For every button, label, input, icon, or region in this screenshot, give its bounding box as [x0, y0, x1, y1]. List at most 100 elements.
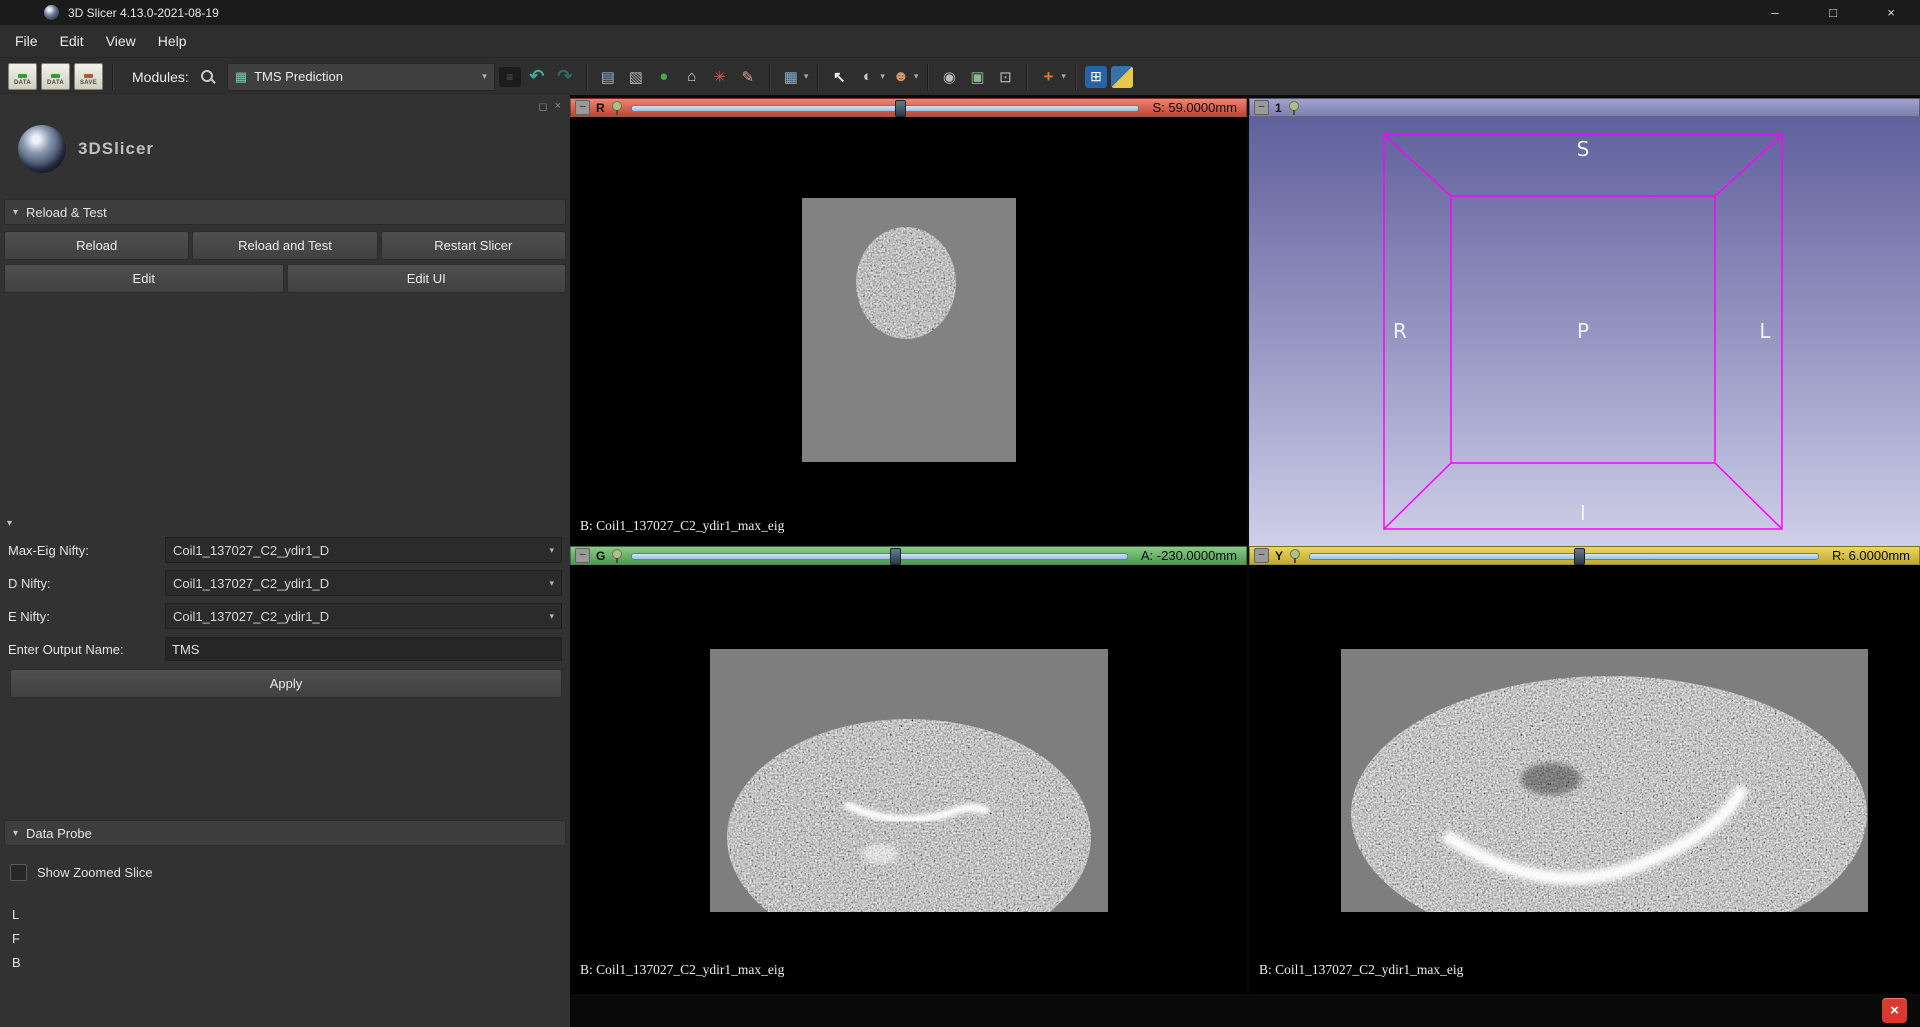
- chevron-down-icon[interactable]: ▾: [804, 71, 809, 82]
- video-capture-icon[interactable]: ⊡: [993, 64, 1017, 90]
- slider-track[interactable]: [1309, 553, 1819, 560]
- python-console-icon[interactable]: [1111, 66, 1133, 88]
- output-name-input[interactable]: [165, 637, 562, 661]
- sagittal-slice-image: [1341, 649, 1868, 912]
- atom-icon[interactable]: ✳: [708, 64, 732, 90]
- data-probe-rows: L F B: [12, 903, 570, 975]
- edit-button[interactable]: Edit: [4, 264, 284, 293]
- show-zoomed-slice-checkbox[interactable]: [10, 864, 27, 881]
- layout-icon[interactable]: ▦: [779, 64, 803, 90]
- close-panel-icon[interactable]: ×: [555, 100, 561, 113]
- red-slice-offset-value: S: 59.0000mm: [1152, 100, 1237, 115]
- red-slice-controller: – R S: 59.0000mm: [570, 98, 1247, 117]
- collapse-view-icon[interactable]: –: [575, 100, 590, 115]
- yellow-slice-offset-slider[interactable]: [1307, 547, 1821, 564]
- module-history-icon[interactable]: ≡: [499, 67, 521, 87]
- e-nifty-value: Coil1_137027_C2_ydir1_D: [173, 609, 329, 624]
- slider-track[interactable]: [631, 105, 1140, 112]
- axis-label-i: I: [1580, 501, 1586, 525]
- section-collapse-arrow[interactable]: ▾: [7, 518, 570, 530]
- slider-handle[interactable]: [1574, 548, 1585, 565]
- reload-button-row: Reload Reload and Test Restart Slicer: [4, 231, 566, 260]
- volume-cube-icon[interactable]: ▧: [624, 64, 648, 90]
- chevron-down-icon: ▾: [549, 545, 554, 556]
- apply-button[interactable]: Apply: [10, 669, 562, 698]
- show-zoomed-slice-row: Show Zoomed Slice: [10, 864, 570, 881]
- load-dicom-icon[interactable]: DATA: [41, 63, 70, 90]
- module-back-icon[interactable]: ↶: [525, 64, 549, 90]
- e-nifty-select[interactable]: Coil1_137027_C2_ydir1_D ▾: [165, 603, 562, 629]
- load-data-icon[interactable]: DATA: [8, 63, 37, 90]
- max-eig-value: Coil1_137027_C2_ydir1_D: [173, 543, 329, 558]
- red-view-annotation: B: Coil1_137027_C2_ydir1_max_eig: [580, 518, 784, 534]
- slider-handle[interactable]: [890, 548, 901, 565]
- menu-edit[interactable]: Edit: [49, 28, 95, 54]
- yellow-slice-controller: – Y R: 6.0000mm: [1249, 546, 1920, 565]
- arrow-accent: [51, 74, 60, 78]
- person-icon[interactable]: ☻: [889, 64, 913, 90]
- red-slice-view[interactable]: B: Coil1_137027_C2_ydir1_max_eig: [570, 117, 1247, 546]
- e-nifty-label: E Nifty:: [8, 609, 165, 624]
- green-slice-view[interactable]: B: Coil1_137027_C2_ydir1_max_eig: [570, 565, 1247, 994]
- menu-view[interactable]: View: [95, 28, 147, 54]
- threed-view-number: 1: [1275, 101, 1282, 115]
- chevron-down-icon[interactable]: ▾: [880, 71, 885, 82]
- slicer-logo-icon: [18, 125, 66, 173]
- crosshair-icon[interactable]: +: [1036, 64, 1060, 90]
- minimize-button[interactable]: –: [1746, 0, 1804, 25]
- world-icon[interactable]: ●: [652, 64, 676, 90]
- collapse-view-icon[interactable]: –: [1254, 100, 1269, 115]
- collapse-arrow-icon: ▾: [13, 207, 18, 218]
- magic-wand-icon[interactable]: ✎: [736, 64, 760, 90]
- home-icon[interactable]: ⌂: [680, 64, 704, 90]
- module-selector[interactable]: ▦ TMS Prediction ▾: [227, 63, 495, 91]
- yellow-slice-view[interactable]: B: Coil1_137027_C2_ydir1_max_eig: [1249, 565, 1920, 994]
- window-controls: – □ ×: [1746, 0, 1920, 25]
- edit-ui-button[interactable]: Edit UI: [287, 264, 567, 293]
- pin-icon[interactable]: [1288, 100, 1300, 115]
- threed-view[interactable]: S R P L I: [1249, 117, 1920, 546]
- menu-file[interactable]: File: [4, 28, 49, 54]
- scene-capture-icon[interactable]: ▣: [965, 64, 989, 90]
- maximize-button[interactable]: □: [1804, 0, 1862, 25]
- undock-panel-icon[interactable]: ◻: [538, 100, 547, 113]
- close-button[interactable]: ×: [1862, 0, 1920, 25]
- show-zoomed-slice-label: Show Zoomed Slice: [37, 865, 153, 880]
- pin-icon[interactable]: [1289, 548, 1301, 563]
- save-data-icon[interactable]: SAVE: [74, 63, 103, 90]
- error-log-button[interactable]: ×: [1882, 998, 1907, 1023]
- slider-track[interactable]: [631, 553, 1128, 560]
- screenshot-icon[interactable]: ◉: [937, 64, 961, 90]
- module-panel: ◻ × 3DSlicer ▾ Reload & Test Reload Relo…: [0, 95, 570, 1027]
- collapse-view-icon[interactable]: –: [1254, 548, 1269, 563]
- yellow-slice-offset-value: R: 6.0000mm: [1832, 548, 1910, 563]
- save-accent: [84, 74, 93, 78]
- window-level-icon[interactable]: ◐: [855, 64, 879, 90]
- scene-views-icon[interactable]: ▤: [596, 64, 620, 90]
- menu-help[interactable]: Help: [147, 28, 198, 54]
- reload-button[interactable]: Reload: [4, 231, 189, 260]
- reload-test-section-header[interactable]: ▾ Reload & Test: [4, 199, 566, 225]
- green-slice-offset-slider[interactable]: [629, 547, 1130, 564]
- module-forward-icon[interactable]: ↷: [553, 64, 577, 90]
- chevron-down-icon: ▾: [549, 578, 554, 589]
- toolbar-separator: [586, 64, 587, 90]
- data-probe-section-header[interactable]: ▾ Data Probe: [4, 820, 566, 846]
- mouse-mode-icon[interactable]: ↖: [827, 64, 851, 90]
- probe-row-b: B: [12, 951, 570, 975]
- d-nifty-select[interactable]: Coil1_137027_C2_ydir1_D ▾: [165, 570, 562, 596]
- chevron-down-icon[interactable]: ▾: [914, 71, 919, 82]
- pin-icon[interactable]: [611, 100, 623, 115]
- pin-icon[interactable]: [611, 548, 623, 563]
- extensions-manager-icon[interactable]: ⊞: [1085, 66, 1107, 88]
- max-eig-select[interactable]: Coil1_137027_C2_ydir1_D ▾: [165, 537, 562, 563]
- green-view-annotation: B: Coil1_137027_C2_ydir1_max_eig: [580, 962, 784, 978]
- chevron-down-icon[interactable]: ▾: [1061, 71, 1066, 82]
- restart-slicer-button[interactable]: Restart Slicer: [381, 231, 566, 260]
- collapse-view-icon[interactable]: –: [575, 548, 590, 563]
- red-slice-offset-slider[interactable]: [629, 99, 1142, 116]
- slider-handle[interactable]: [895, 100, 906, 117]
- max-eig-label: Max-Eig Nifty:: [8, 543, 165, 558]
- reload-and-test-button[interactable]: Reload and Test: [192, 231, 377, 260]
- module-search-icon[interactable]: [199, 68, 217, 86]
